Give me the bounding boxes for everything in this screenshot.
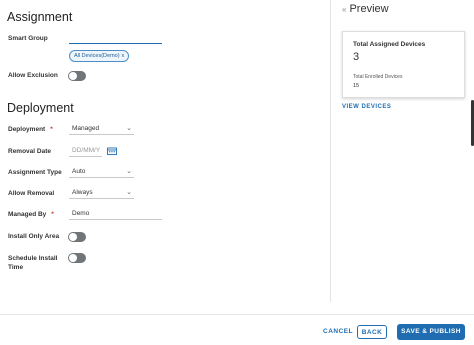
- assignment-title: Assignment: [7, 10, 73, 24]
- save-publish-button[interactable]: SAVE & PUBLISH: [397, 324, 465, 340]
- schedule-install-label-line2: Time: [8, 264, 24, 271]
- deployment-value: Managed: [72, 125, 100, 132]
- chip-label: All Devices(Demo): [74, 53, 120, 59]
- allow-exclusion-label: Allow Exclusion: [8, 72, 58, 79]
- schedule-install-label: Schedule Install: [8, 255, 58, 262]
- footer-divider: [0, 314, 474, 315]
- assignment-type-select[interactable]: Auto ⌄: [69, 167, 134, 178]
- total-assigned-label: Total Assigned Devices: [353, 41, 426, 48]
- assignment-type-label: Assignment Type: [8, 169, 62, 176]
- install-only-area-label: Install Only Area: [8, 233, 60, 240]
- allow-removal-label: Allow Removal: [8, 190, 55, 197]
- total-enrolled-value: 15: [353, 83, 360, 89]
- smart-group-input[interactable]: [69, 33, 162, 44]
- managed-by-value: Demo: [72, 210, 90, 217]
- install-only-area-toggle[interactable]: [68, 232, 86, 242]
- deployment-label: Deployment *: [8, 126, 53, 133]
- deployment-title: Deployment: [7, 101, 74, 115]
- chip-remove-icon[interactable]: x: [122, 53, 125, 59]
- allow-removal-value: Always: [72, 189, 93, 196]
- panel-divider: [330, 0, 331, 302]
- preview-title: Preview: [349, 3, 389, 15]
- managed-by-label: Managed By *: [8, 211, 54, 218]
- double-chevron-left-icon[interactable]: «: [342, 5, 346, 14]
- required-mark: *: [51, 211, 54, 218]
- total-assigned-value: 3: [353, 51, 360, 63]
- removal-date-placeholder: DD/MM/Y: [72, 147, 101, 154]
- managed-by-input[interactable]: Demo: [69, 209, 162, 220]
- total-enrolled-label: Total Enrolled Devices: [353, 74, 403, 80]
- chevron-down-icon: ⌄: [126, 125, 132, 132]
- smart-group-chip[interactable]: All Devices(Demo) x: [69, 50, 130, 62]
- allow-exclusion-toggle[interactable]: [68, 71, 86, 81]
- required-mark: *: [50, 126, 53, 133]
- calendar-icon[interactable]: [107, 147, 117, 155]
- removal-date-label: Removal Date: [8, 148, 51, 155]
- preview-header: «Preview: [342, 3, 389, 15]
- removal-date-input[interactable]: DD/MM/Y: [69, 146, 102, 157]
- deployment-select[interactable]: Managed ⌄: [69, 124, 134, 135]
- schedule-install-toggle[interactable]: [68, 253, 86, 263]
- allow-removal-select[interactable]: Always ⌄: [69, 188, 134, 199]
- smart-group-label: Smart Group: [8, 35, 48, 42]
- preview-card: Total Assigned Devices 3 Total Enrolled …: [342, 31, 465, 98]
- back-button[interactable]: BACK: [357, 325, 387, 339]
- chevron-down-icon: ⌄: [126, 168, 132, 175]
- assignment-type-value: Auto: [72, 168, 86, 175]
- view-devices-link[interactable]: VIEW DEVICES: [342, 104, 391, 110]
- assignment-panel: Assignment Smart Group All Devices(Demo)…: [0, 0, 330, 285]
- cancel-button[interactable]: CANCEL: [323, 328, 353, 335]
- chevron-down-icon: ⌄: [126, 189, 132, 196]
